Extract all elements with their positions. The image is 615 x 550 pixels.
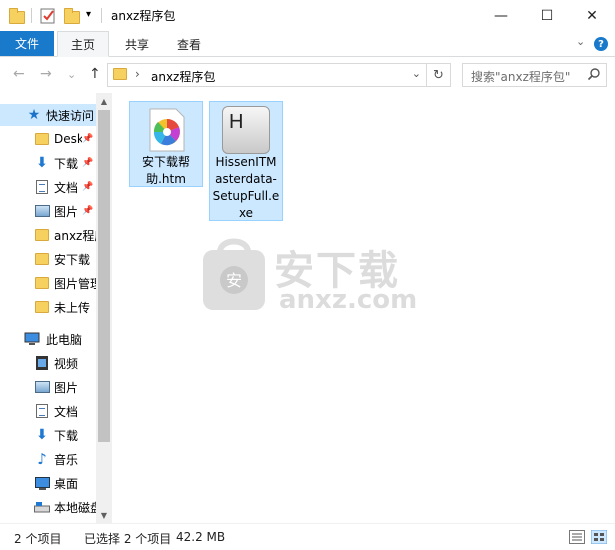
folder-icon [34,227,50,243]
search-placeholder: 搜索"anxz程序包" [471,70,571,84]
nav-pc-videos[interactable]: 视频 [0,352,96,374]
pin-icon: 📌 [82,206,94,216]
new-folder-icon[interactable] [64,8,80,24]
status-selected: 已选择 2 个项目 [84,532,172,546]
tab-home[interactable]: 主页 [57,31,109,57]
window-title: anxz程序包 [111,9,176,23]
large-icons-view-icon[interactable] [591,530,607,544]
breadcrumb-separator: › [135,67,140,81]
folder-icon [113,68,127,80]
installer-h-icon: H [222,106,270,154]
file-name-exe: HissenITM asterdata- SetupFull.e xe [212,155,280,220]
nav-item-documents[interactable]: 文档 📌 [0,176,96,198]
nav-pc-desktop[interactable]: 桌面 [0,472,96,494]
pin-icon: 📌 [82,134,94,144]
download-icon: ⬇ [36,155,48,171]
refresh-icon: ↻ [433,67,444,83]
quick-access-dropdown-icon[interactable]: ▾ [86,9,91,20]
video-icon [34,355,50,371]
nav-pc-pictures[interactable]: 图片 [0,376,96,398]
nav-item-anxz[interactable]: anxz程序包 [0,224,96,246]
refresh-button[interactable]: ↻ [427,63,451,87]
ribbon-tabs: 文件 主页 共享 查看 ⌄ ? [0,31,615,57]
colorful-pinwheel-icon [149,108,185,152]
folder-icon [34,299,50,315]
nav-pc-local-disk[interactable]: 本地磁盘 [0,496,96,518]
tab-share[interactable]: 共享 [112,31,162,57]
divider [101,8,102,23]
file-name-htm: 安下载帮 助.htm [141,155,190,186]
back-icon[interactable]: ← [13,66,25,82]
properties-icon[interactable] [40,8,56,24]
computer-icon [24,331,40,347]
nav-item-image-manage[interactable]: 图片管理 [0,272,96,294]
title-bar: ▾ anxz程序包 — ☐ ✕ [0,0,615,31]
nav-this-pc[interactable]: 此电脑 [0,328,96,350]
details-view-icon[interactable] [569,530,585,544]
search-input[interactable]: 搜索"anxz程序包" [462,63,607,87]
recent-locations-icon[interactable]: ⌄ [67,68,76,81]
watermark-bag-icon: 安 [203,238,265,310]
svg-text:安: 安 [226,271,242,290]
status-item-count: 2 个项目 [14,532,62,546]
nav-item-desktop[interactable]: Desktop 📌 [0,128,96,150]
search-icon [587,68,600,81]
tab-file[interactable]: 文件 [0,31,54,56]
pin-icon: 📌 [82,182,94,192]
tab-view[interactable]: 查看 [164,31,214,57]
folder-icon [34,275,50,291]
star-icon: ★ [27,107,41,123]
nav-item-pictures[interactable]: 图片 📌 [0,200,96,222]
address-row: ← → ⌄ ↑ › anxz程序包 ⌄ ↻ 搜索"anxz程序包" [0,57,615,93]
status-bar: 2 个项目 已选择 2 个项目 42.2 MB [0,523,615,550]
picture-icon [34,203,50,219]
document-icon [34,179,50,195]
nav-quick-access[interactable]: ★ 快速访问 [0,104,96,126]
nav-item-downloads[interactable]: ⬇ 下载 📌 [0,152,96,174]
file-item-htm[interactable]: 安下载帮 助.htm [129,101,203,187]
maximize-button[interactable]: ☐ [524,0,570,31]
nav-item-anxiazai[interactable]: 安下载 [0,248,96,270]
music-icon: ♪ [37,450,47,468]
divider [31,8,32,23]
forward-icon[interactable]: → [40,66,52,82]
address-bar[interactable]: › anxz程序包 ⌄ [107,63,427,87]
nav-pc-documents[interactable]: 文档 [0,400,96,422]
folder-icon [9,8,25,24]
file-item-exe[interactable]: H HissenITM asterdata- SetupFull.e xe [209,101,283,221]
folder-icon [34,251,50,267]
drive-icon [34,499,50,515]
pin-icon: 📌 [82,158,94,168]
minimize-button[interactable]: — [478,0,524,31]
close-button[interactable]: ✕ [569,0,615,31]
scroll-down-icon[interactable]: ▼ [96,507,112,523]
watermark-sub: anxz.com [279,285,418,315]
help-icon[interactable]: ? [594,37,608,51]
picture-icon [34,379,50,395]
download-icon: ⬇ [36,427,48,443]
scroll-up-icon[interactable]: ▲ [96,93,112,109]
nav-pc-music[interactable]: ♪ 音乐 [0,448,96,470]
expand-ribbon-icon[interactable]: ⌄ [576,35,585,48]
nav-pc-downloads[interactable]: ⬇ 下载 [0,424,96,446]
document-icon [34,403,50,419]
desktop-folder-icon [34,131,50,147]
status-size: 42.2 MB [176,530,226,544]
nav-scrollbar-thumb[interactable] [98,110,110,442]
address-dropdown-icon[interactable]: ⌄ [412,67,421,80]
nav-item-not-uploaded[interactable]: 未上传 [0,296,96,318]
desktop-icon [34,475,50,491]
breadcrumb-current[interactable]: anxz程序包 [151,68,215,85]
up-icon[interactable]: ↑ [89,66,101,82]
